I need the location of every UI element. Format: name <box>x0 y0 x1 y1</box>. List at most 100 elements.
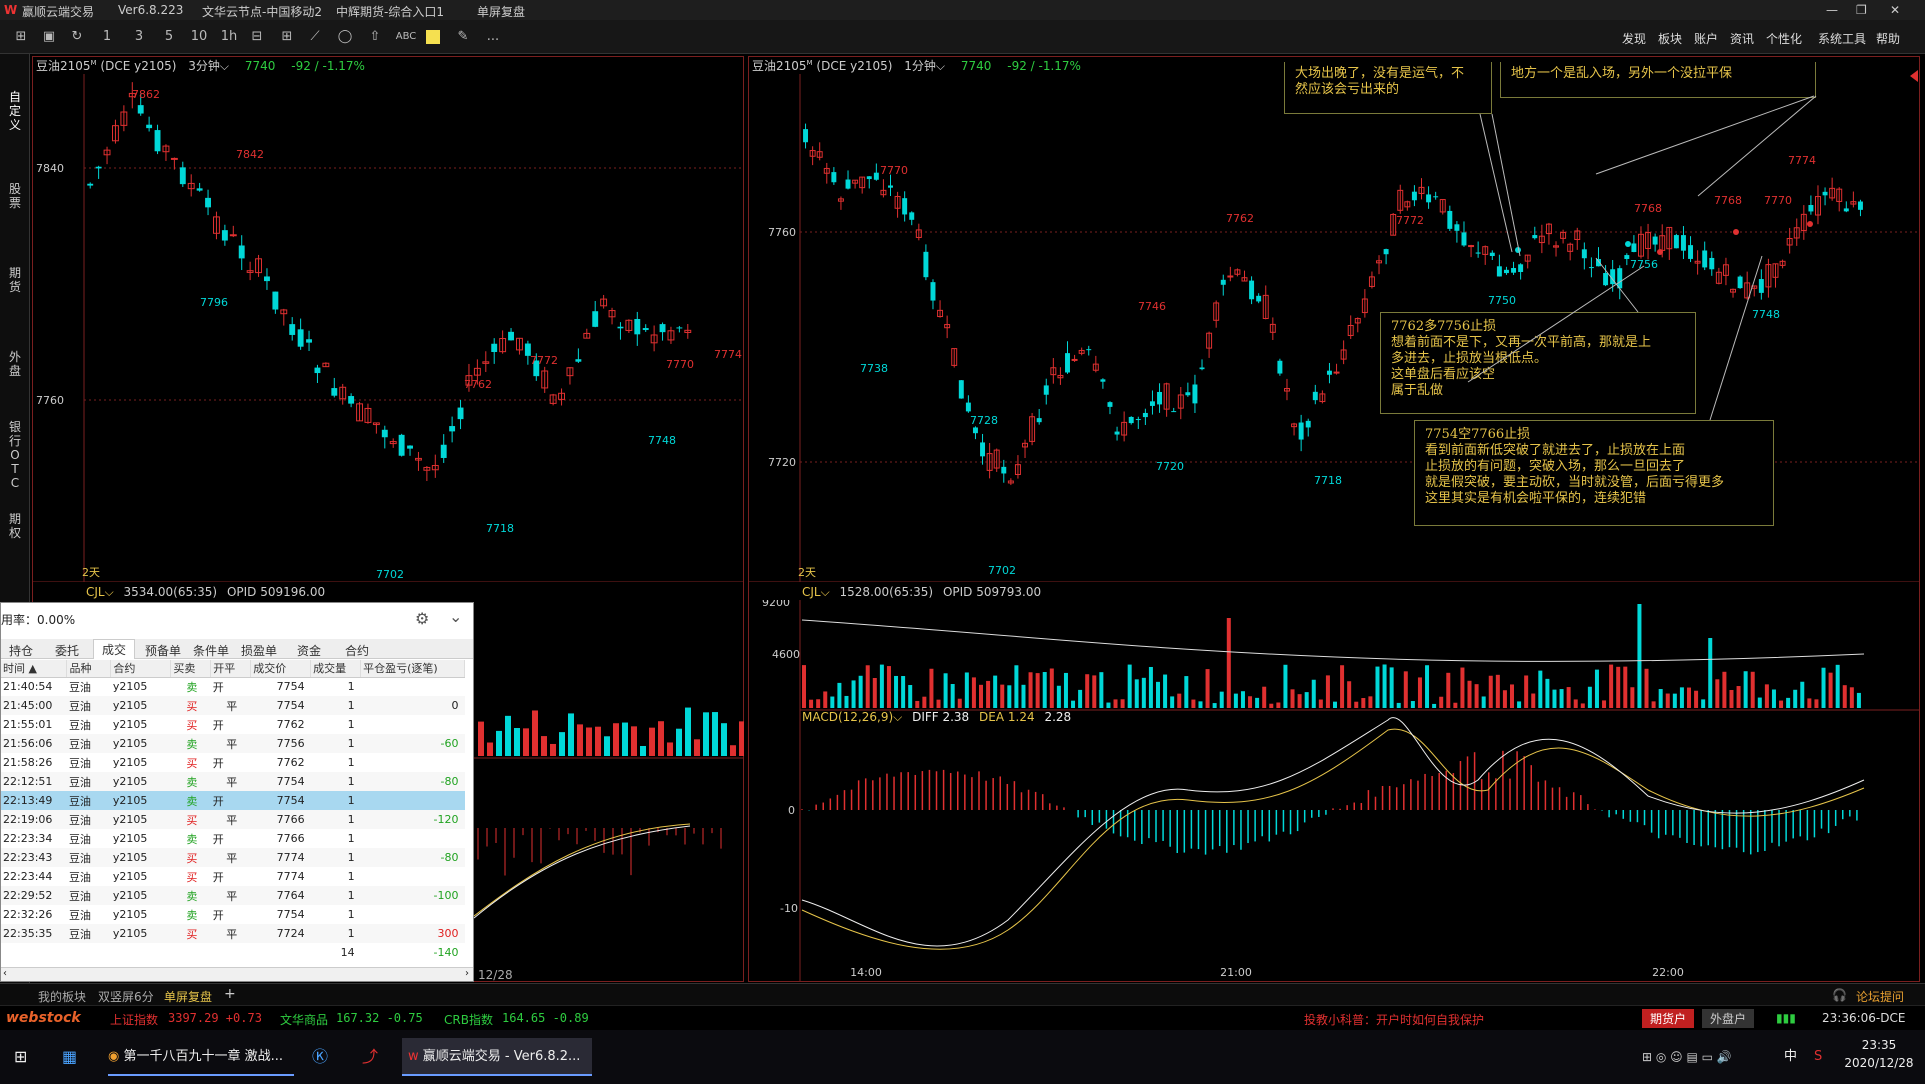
table-row[interactable]: 22:35:35 豆油 y2105 买 平 7724 1 300 <box>1 924 465 943</box>
grid-icon[interactable]: ⊞ <box>278 29 296 45</box>
col-openclose[interactable]: 开平 <box>210 660 252 678</box>
table-row[interactable]: 22:29:52 豆油 y2105 卖 平 7764 1 -100 <box>1 886 465 905</box>
file-explorer-icon[interactable]: ▦ <box>62 1038 77 1076</box>
scroll-left-icon[interactable]: ‹ <box>3 968 7 979</box>
period-1-icon[interactable]: 1 <box>98 29 116 45</box>
table-row[interactable]: 22:32:26 豆油 y2105 卖开 7754 1 <box>1 905 465 924</box>
macd-chevron-icon[interactable]: ⌵ <box>893 710 902 724</box>
menu-help[interactable]: 帮助 <box>1876 30 1900 47</box>
table-row[interactable]: 22:12:51 豆油 y2105 卖 平 7754 1 -80 <box>1 772 465 791</box>
webstock-logo[interactable]: webstock <box>6 1010 81 1026</box>
more-icon[interactable]: ... <box>484 29 502 45</box>
left-period-chevron-icon[interactable]: ⌵ <box>220 59 229 73</box>
dialog-scrollbar[interactable]: ‹ › <box>1 967 473 981</box>
table-cell: 7754 <box>250 791 311 810</box>
tray-icons[interactable]: ⊞ ◎ ☺ ▤ ▭ 🔊 <box>1642 1038 1732 1076</box>
forum-icon[interactable]: 🎧 <box>1832 988 1847 1002</box>
table-row[interactable]: 21:56:06 豆油 y2105 卖 平 7756 1 -60 <box>1 734 465 753</box>
app-k-icon[interactable]: Ⓚ <box>312 1038 328 1076</box>
app-chart-icon[interactable]: ⤴ <box>362 1038 378 1076</box>
col-contract[interactable]: 合约 <box>110 660 172 678</box>
nav-futures[interactable]: 期货 <box>6 266 24 294</box>
line-icon[interactable]: ⟋ <box>306 29 324 45</box>
col-qty[interactable]: 成交量 <box>310 660 362 678</box>
table-row[interactable]: 21:45:00 豆油 y2105 买 平 7754 1 0 <box>1 696 465 715</box>
nav-options[interactable]: 期权 <box>6 512 24 540</box>
tab-orders[interactable]: 委托 <box>55 642 79 659</box>
scroll-right-icon[interactable]: › <box>465 968 469 979</box>
left-period[interactable]: 3分钟 <box>188 59 220 73</box>
futures-account-button[interactable]: 期货户 <box>1642 1009 1695 1028</box>
period-5-icon[interactable]: 5 <box>160 29 178 45</box>
clock[interactable]: 23:35 2020/12/28 <box>1836 1036 1922 1072</box>
add-tab-icon[interactable]: + <box>224 986 236 1002</box>
macd-label[interactable]: MACD(12,26,9) <box>802 710 893 724</box>
color-icon[interactable] <box>426 30 440 44</box>
table-row[interactable]: 22:23:34 豆油 y2105 卖开 7766 1 <box>1 829 465 848</box>
table-row[interactable]: 21:58:26 豆油 y2105 买开 7762 1 <box>1 753 465 772</box>
pen-icon[interactable]: ✎ <box>454 29 472 45</box>
start-icon[interactable]: ⊞ <box>14 1038 27 1076</box>
tab-stop-profit[interactable]: 损盈单 <box>241 642 277 659</box>
index3-name[interactable]: CRB指数 <box>444 1011 493 1028</box>
col-price[interactable]: 成交价 <box>250 660 312 678</box>
menu-system-tools[interactable]: 系统工具 <box>1818 30 1866 47</box>
left-symbol[interactable]: 豆油2105 <box>36 59 91 73</box>
ime-indicator[interactable]: 中 <box>1784 1038 1797 1076</box>
tab-fills[interactable]: 成交 <box>93 639 136 659</box>
table-row[interactable]: 22:13:49 豆油 y2105 卖开 7754 1 <box>1 791 465 810</box>
left-candlestick-chart[interactable]: 7840 7760 7862 7842 7762 7772 7770 7774 7796 7718… <box>32 74 744 582</box>
task-trading[interactable]: w 赢顺云端交易 - Ver6.8.2... <box>402 1038 592 1076</box>
tab-positions[interactable]: 持仓 <box>9 642 33 659</box>
foreign-account-button[interactable]: 外盘户 <box>1702 1009 1755 1028</box>
layout-icon[interactable]: ⊞ <box>12 29 30 45</box>
table-row[interactable]: 22:23:43 豆油 y2105 买 平 7774 1 -80 <box>1 848 465 867</box>
period-3-icon[interactable]: 3 <box>130 29 148 45</box>
trade-record-dialog[interactable]: 用率：0.00% ⚙ ⌄ 持仓 委托 成交 预备单 条件单 损盈单 资金 合约 … <box>0 602 474 982</box>
period-10-icon[interactable]: 10 <box>190 29 208 45</box>
task-browser[interactable]: ◉ 第一千八百九十一章 激战... <box>108 1038 294 1076</box>
tab-contracts[interactable]: 合约 <box>345 642 369 659</box>
collapse-chevron-icon[interactable]: ⌄ <box>449 607 462 626</box>
forum-link[interactable]: 论坛提问 <box>1856 988 1904 1005</box>
menu-news[interactable]: 资讯 <box>1730 30 1754 47</box>
col-pnl[interactable]: 平仓盈亏(逐笔) <box>360 660 465 678</box>
tab-preorders[interactable]: 预备单 <box>145 642 181 659</box>
education-tip[interactable]: 投教小科普：开户时如何自我保护 <box>1304 1011 1484 1028</box>
col-product[interactable]: 品种 <box>66 660 112 678</box>
table-row[interactable]: 21:55:01 豆油 y2105 买开 7762 1 <box>1 715 465 734</box>
table-row[interactable]: 22:19:06 豆油 y2105 买 平 7766 1 -120 <box>1 810 465 829</box>
menu-personalize[interactable]: 个性化 <box>1766 30 1802 47</box>
replay-mode[interactable]: 单屏复盘 <box>477 3 525 20</box>
menu-account[interactable]: 账户 <box>1694 30 1718 47</box>
nav-custom[interactable]: 自定义 <box>6 90 24 132</box>
text-icon[interactable]: ABC <box>394 29 418 45</box>
col-side[interactable]: 买卖 <box>170 660 212 678</box>
connection-icon: ▮▮▮ <box>1776 1011 1796 1025</box>
save-icon[interactable]: ▣ <box>40 29 58 45</box>
split-icon[interactable]: ⊟ <box>248 29 266 45</box>
minimize-icon[interactable]: — <box>1826 3 1838 17</box>
tab-my-sectors[interactable]: 我的板块 <box>38 988 86 1005</box>
nav-foreign[interactable]: 外盘 <box>6 350 24 378</box>
ellipse-icon[interactable]: ◯ <box>336 29 354 45</box>
col-time[interactable]: 时间 ▲ <box>1 660 68 678</box>
settings-icon[interactable]: ⚙ <box>415 609 429 628</box>
refresh-icon[interactable]: ↻ <box>68 29 86 45</box>
tab-funds[interactable]: 资金 <box>297 642 321 659</box>
menu-sector[interactable]: 板块 <box>1658 30 1682 47</box>
index2-name[interactable]: 文华商品 <box>280 1011 328 1028</box>
nav-bank-otc[interactable]: 银行OTC <box>6 420 24 490</box>
restore-icon[interactable]: ❐ <box>1856 3 1867 17</box>
menu-discover[interactable]: 发现 <box>1622 30 1646 47</box>
arrow-icon[interactable]: ⇧ <box>366 29 384 45</box>
period-1h-icon[interactable]: 1h <box>220 29 238 45</box>
table-row[interactable]: 22:23:44 豆油 y2105 买开 7774 1 <box>1 867 465 886</box>
tab-dual-screen[interactable]: 双竖屏6分 <box>98 988 154 1005</box>
nav-stocks[interactable]: 股票 <box>6 182 24 210</box>
tab-conditional[interactable]: 条件单 <box>193 642 229 659</box>
table-row[interactable]: 21:40:54 豆油 y2105 卖开 7754 1 <box>1 677 465 696</box>
tray-s-icon[interactable]: S <box>1814 1038 1822 1076</box>
close-icon[interactable]: ✕ <box>1890 3 1900 17</box>
index1-name[interactable]: 上证指数 <box>110 1011 158 1028</box>
